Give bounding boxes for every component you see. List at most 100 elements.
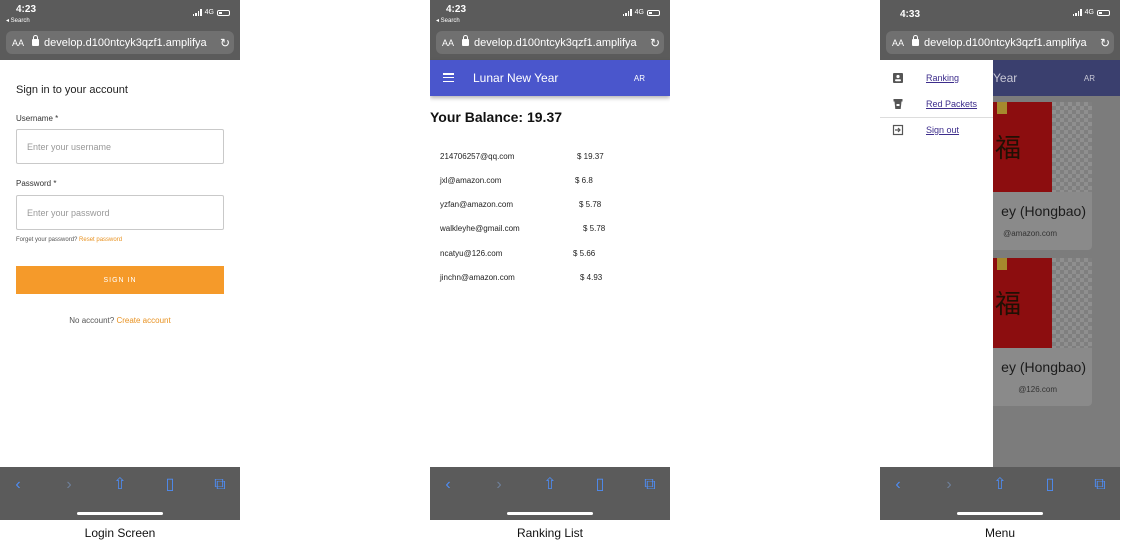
username-field[interactable]: Enter your username [16,129,224,164]
list-item: ncatyu@126.com $ 5.66 [440,249,660,261]
ranking-email: 214706257@qq.com [440,152,515,161]
browser-toolbar: ‹ › ⇧ ▯ ⧉ [0,467,240,520]
login-phone: 4:23 ◂ Search 4G AA develop.d100ntcyk3qz… [0,0,240,520]
menu-item-sign-out[interactable]: Sign out [880,119,993,141]
address-bar[interactable]: AA develop.d100ntcyk3qzf1.amplifya ↻ [886,31,1114,54]
ranking-email: ncatyu@126.com [440,249,503,258]
menu-item-red-packets[interactable]: Red Packets [880,93,993,115]
sign-in-button[interactable]: SIGN IN [16,266,224,294]
url-text[interactable]: develop.d100ntcyk3qzf1.amplifya [44,37,216,49]
menu-item-label: Ranking [926,73,960,83]
reload-icon[interactable]: ↻ [220,36,230,50]
signal-icon [192,9,202,16]
envelope-corner-mark [997,102,1007,114]
app-title: Lunar New Year [473,71,559,85]
menu-item-ranking[interactable]: Ranking [880,67,993,89]
app-bar: Lunar New Year AR [430,60,670,96]
back-to-app-link[interactable]: ◂ Search [6,17,30,24]
home-indicator [957,512,1043,515]
status-indicators: 4G [192,9,230,16]
share-icon[interactable]: ⇧ [540,475,560,495]
tabs-icon[interactable]: ⧉ [1090,475,1110,495]
ranking-amount: $ 5.66 [573,249,596,258]
network-label: 4G [1084,9,1094,16]
bookmarks-icon[interactable]: ▯ [590,475,610,495]
red-envelope: 福 [983,258,1052,348]
ranking-email: walkleyhe@gmail.com [440,224,520,233]
password-field[interactable]: Enter your password [16,195,224,230]
forgot-password-row: Forget your password? Reset password [16,237,122,243]
forward-icon[interactable]: › [489,475,509,495]
ranking-email: yzfan@amazon.com [440,200,514,209]
status-time: 4:23 [446,4,467,15]
back-icon[interactable]: ‹ [8,475,28,495]
network-label: 4G [634,9,644,16]
ranking-phone: 4:23 ◂ Search 4G AA develop.d100ntcyk3qz… [430,0,670,520]
reload-icon[interactable]: ↻ [650,36,660,50]
transparent-background [1052,258,1092,348]
status-time: 4:23 [16,4,37,15]
ranking-email: jxl@amazon.com [440,176,502,185]
status-indicators: 4G [622,9,660,16]
home-indicator [507,512,593,515]
url-text[interactable]: develop.d100ntcyk3qzf1.amplifya [924,37,1096,49]
hongbao-card[interactable]: 福 ey (Hongbao) @126.com [983,258,1092,406]
avatar[interactable]: AR [634,74,645,83]
ranking-caption: Ranking List [516,526,584,540]
no-account-text: No account? [69,316,115,325]
list-item: 214706257@qq.com $ 19.37 [440,152,660,164]
signal-icon [1072,9,1082,16]
tabs-icon[interactable]: ⧉ [210,475,230,495]
forward-icon[interactable]: › [59,475,79,495]
create-account-link[interactable]: Create account [116,316,170,325]
forward-icon[interactable]: › [939,475,959,495]
text-size-button[interactable]: AA [12,38,24,48]
username-label: Username * [16,114,59,123]
menu-item-label: Sign out [926,125,960,135]
ranking-email: jinchn@amazon.com [440,273,515,282]
page-title: Sign in to your account [16,84,128,96]
reset-password-link[interactable]: Reset password [79,237,122,243]
login-caption: Login Screen [84,526,156,540]
browser-chrome: 4:23 ◂ Search 4G AA develop.d100ntcyk3qz… [430,0,670,60]
menu-icon[interactable] [443,73,454,82]
red-packet-icon [893,99,903,109]
sign-out-icon [892,124,904,136]
home-indicator [77,512,163,515]
menu-divider [880,117,993,118]
status-bar: 4:23 ◂ Search 4G [430,0,670,28]
envelope-corner-mark [997,258,1007,270]
red-envelope: 福 [983,102,1052,192]
list-item: yzfan@amazon.com $ 5.78 [440,200,660,212]
back-icon[interactable]: ‹ [438,475,458,495]
address-bar[interactable]: AA develop.d100ntcyk3qzf1.amplifya ↻ [436,31,664,54]
screens-stage: 4:23 ◂ Search 4G AA develop.d100ntcyk3qz… [0,0,1121,542]
ranking-amount: $ 6.8 [575,176,593,185]
share-icon[interactable]: ⇧ [990,475,1010,495]
bookmarks-icon[interactable]: ▯ [160,475,180,495]
battery-icon [1097,9,1110,16]
hongbao-card[interactable]: 福 ey (Hongbao) @amazon.com [983,102,1092,250]
tabs-icon[interactable]: ⧉ [640,475,660,495]
avatar: AR [1083,74,1095,83]
ranking-icon [893,73,903,83]
navigation-drawer: Ranking Red Packets Sign out [880,60,993,467]
bookmarks-icon[interactable]: ▯ [1040,475,1060,495]
browser-chrome: 4:33 4G AA develop.d100ntcyk3qzf1.amplif… [880,0,1120,60]
balance-heading: Your Balance: 19.37 [430,109,563,125]
url-text[interactable]: develop.d100ntcyk3qzf1.amplifya [474,37,646,49]
forgot-password-text: Forget your password? [16,237,78,243]
reload-icon[interactable]: ↻ [1100,36,1110,50]
app-title: Year [993,71,1018,85]
browser-chrome: 4:23 ◂ Search 4G AA develop.d100ntcyk3qz… [0,0,240,60]
address-bar[interactable]: AA develop.d100ntcyk3qzf1.amplifya ↻ [6,31,234,54]
back-icon[interactable]: ‹ [888,475,908,495]
menu-caption: Menu [984,526,1016,540]
back-to-app-link[interactable]: ◂ Search [436,17,460,24]
browser-toolbar: ‹ › ⇧ ▯ ⧉ [430,467,670,520]
text-size-button[interactable]: AA [442,38,454,48]
card-title: ey (Hongbao) [1001,203,1086,219]
signal-icon [622,9,632,16]
share-icon[interactable]: ⇧ [110,475,130,495]
text-size-button[interactable]: AA [892,38,904,48]
